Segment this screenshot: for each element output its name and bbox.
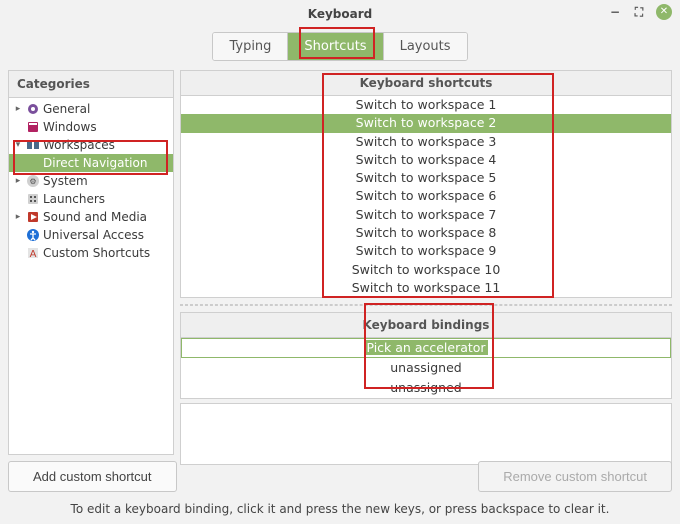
collapse-icon[interactable]: ▾ (13, 140, 23, 150)
tab-row: TypingShortcutsLayouts (0, 28, 680, 64)
panel-divider[interactable] (180, 304, 672, 306)
categories-header: Categories (9, 71, 173, 98)
titlebar: Keyboard − ⛶ ✕ (0, 0, 680, 28)
category-label: System (43, 174, 88, 188)
remove-custom-shortcut-button: Remove custom shortcut (478, 461, 672, 492)
svg-text:⚙: ⚙ (29, 177, 36, 186)
window-controls: − ⛶ ✕ (608, 4, 672, 20)
category-label: Windows (43, 120, 97, 134)
categories-tree[interactable]: ▸ General Windows ▾ Workspaces Direct Navigat… (9, 98, 173, 454)
tab-layouts[interactable]: Layouts (384, 33, 467, 60)
window-title: Keyboard (308, 7, 373, 21)
category-workspaces[interactable]: ▾ Workspaces (9, 136, 173, 154)
hint-text: To edit a keyboard binding, click it and… (0, 498, 680, 524)
minimize-button[interactable]: − (608, 5, 622, 19)
shortcuts-panel: Keyboard shortcuts Switch to workspace 1… (180, 70, 672, 298)
launchers-icon (26, 192, 40, 206)
bindings-panel: Keyboard bindings Pick an accelerator una… (180, 312, 672, 399)
category-label: Sound and Media (43, 210, 147, 224)
expand-icon[interactable]: ▸ (13, 104, 23, 114)
category-universal-access[interactable]: Universal Access (9, 226, 173, 244)
shortcut-row[interactable]: Switch to workspace 10 (181, 261, 671, 279)
close-button[interactable]: ✕ (656, 4, 672, 20)
category-child-direct-navigation[interactable]: Direct Navigation (9, 154, 173, 172)
shortcut-row[interactable]: Switch to workspace 6 (181, 187, 671, 205)
shortcut-row[interactable]: Switch to workspace 1 (181, 96, 671, 114)
add-custom-shortcut-button[interactable]: Add custom shortcut (8, 461, 177, 492)
shortcut-row[interactable]: Switch to workspace 4 (181, 151, 671, 169)
shortcut-row[interactable]: Switch to workspace 11 (181, 279, 671, 297)
shortcut-row[interactable]: Switch to workspace 2 (181, 114, 671, 132)
binding-label: unassigned (390, 360, 461, 375)
system-icon: ⚙ (26, 174, 40, 188)
binding-label: Pick an accelerator (364, 340, 487, 355)
category-windows[interactable]: Windows (9, 118, 173, 136)
category-label: Launchers (43, 192, 105, 206)
shortcuts-list[interactable]: Switch to workspace 1Switch to workspace… (181, 96, 671, 297)
shortcuts-header: Keyboard shortcuts (181, 71, 671, 96)
category-child-label: Direct Navigation (43, 156, 147, 170)
access-icon (26, 228, 40, 242)
shortcut-row[interactable]: Switch to workspace 7 (181, 206, 671, 224)
custom-icon: A (26, 246, 40, 260)
maximize-button[interactable]: ⛶ (632, 5, 646, 19)
bindings-list[interactable]: Pick an accelerator unassigned unassigned (181, 338, 671, 398)
category-sound-and-media[interactable]: ▸ Sound and Media (9, 208, 173, 226)
categories-panel: Categories ▸ General Windows ▾ Workspaces Dir… (8, 70, 174, 455)
workspaces-icon (26, 138, 40, 152)
category-system[interactable]: ▸ ⚙ System (9, 172, 173, 190)
settings-window: Keyboard − ⛶ ✕ TypingShortcutsLayouts Ca… (0, 0, 680, 524)
windows-icon (26, 120, 40, 134)
shortcut-row[interactable]: Switch to workspace 3 (181, 133, 671, 151)
binding-row[interactable]: Pick an accelerator (181, 338, 671, 358)
category-launchers[interactable]: Launchers (9, 190, 173, 208)
media-icon (26, 210, 40, 224)
svg-text:A: A (30, 249, 37, 260)
expand-icon[interactable]: ▸ (13, 176, 23, 186)
shortcut-row[interactable]: Switch to workspace 8 (181, 224, 671, 242)
tab-typing[interactable]: Typing (213, 33, 288, 60)
category-general[interactable]: ▸ General (9, 100, 173, 118)
category-label: Universal Access (43, 228, 144, 242)
tab-group: TypingShortcutsLayouts (212, 32, 467, 61)
binding-label: unassigned (390, 380, 461, 395)
shortcut-row[interactable]: Switch to workspace 5 (181, 169, 671, 187)
bindings-header: Keyboard bindings (181, 313, 671, 338)
binding-row[interactable]: unassigned (181, 358, 671, 378)
expand-icon[interactable]: ▸ (13, 212, 23, 222)
general-icon (26, 102, 40, 116)
tab-shortcuts[interactable]: Shortcuts (288, 33, 383, 60)
category-label: General (43, 102, 90, 116)
category-label: Custom Shortcuts (43, 246, 150, 260)
category-label: Workspaces (43, 138, 115, 152)
category-custom-shortcuts[interactable]: A Custom Shortcuts (9, 244, 173, 262)
button-row: Add custom shortcut Remove custom shortc… (0, 455, 680, 498)
shortcut-row[interactable]: Switch to workspace 9 (181, 242, 671, 260)
binding-row[interactable]: unassigned (181, 378, 671, 398)
